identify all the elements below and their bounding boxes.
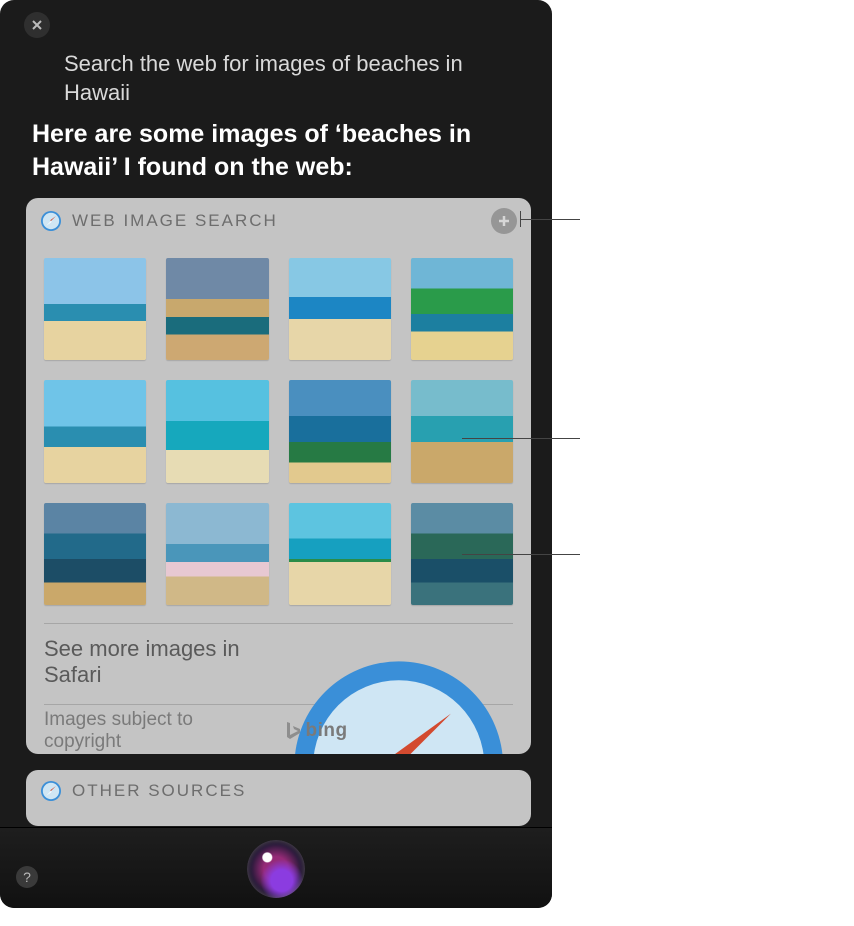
- help-button[interactable]: ?: [16, 866, 38, 888]
- result-thumb[interactable]: [166, 503, 268, 605]
- result-thumb[interactable]: [289, 258, 391, 360]
- see-more-in-safari[interactable]: See more images in Safari: [26, 624, 531, 700]
- callout-line: [520, 211, 521, 227]
- close-button[interactable]: [24, 12, 50, 38]
- safari-icon: [284, 651, 514, 673]
- card-header: OTHER SOURCES: [26, 770, 531, 808]
- result-thumb[interactable]: [44, 380, 146, 482]
- results-grid: [26, 240, 531, 619]
- safari-icon: [40, 210, 62, 232]
- result-thumb[interactable]: [44, 503, 146, 605]
- card-title: OTHER SOURCES: [72, 781, 246, 801]
- result-thumb[interactable]: [289, 503, 391, 605]
- callout-line: [462, 438, 580, 439]
- bing-label: bing: [306, 720, 514, 742]
- help-icon: ?: [23, 869, 31, 885]
- result-thumb[interactable]: [289, 380, 391, 482]
- siri-response: Here are some images of ‘beaches in Hawa…: [32, 118, 492, 183]
- bing-icon: [284, 720, 302, 742]
- siri-panel: Search the web for images of beaches in …: [0, 0, 552, 908]
- siri-bottom-bar: ?: [0, 827, 552, 908]
- callout-line: [462, 554, 580, 555]
- user-query: Search the web for images of beaches in …: [64, 50, 470, 107]
- pin-button[interactable]: [491, 208, 517, 234]
- see-more-label: See more images in Safari: [44, 636, 274, 688]
- result-thumb[interactable]: [411, 380, 513, 482]
- web-image-search-card: WEB IMAGE SEARCH See more images in Safa…: [26, 198, 531, 754]
- card-header: WEB IMAGE SEARCH: [26, 198, 531, 240]
- card-title: WEB IMAGE SEARCH: [72, 211, 278, 231]
- safari-icon: [40, 780, 62, 802]
- siri-orb-button[interactable]: [247, 840, 305, 898]
- other-sources-card[interactable]: OTHER SOURCES: [26, 770, 531, 826]
- close-icon: [31, 19, 43, 31]
- result-thumb[interactable]: [166, 258, 268, 360]
- bing-logo: bing: [284, 720, 514, 742]
- plus-icon: [497, 214, 511, 228]
- result-thumb[interactable]: [166, 380, 268, 482]
- callout-line: [520, 219, 580, 220]
- result-thumb[interactable]: [44, 258, 146, 360]
- result-thumb[interactable]: [411, 258, 513, 360]
- copyright-text: Images subject to copyright: [44, 709, 274, 753]
